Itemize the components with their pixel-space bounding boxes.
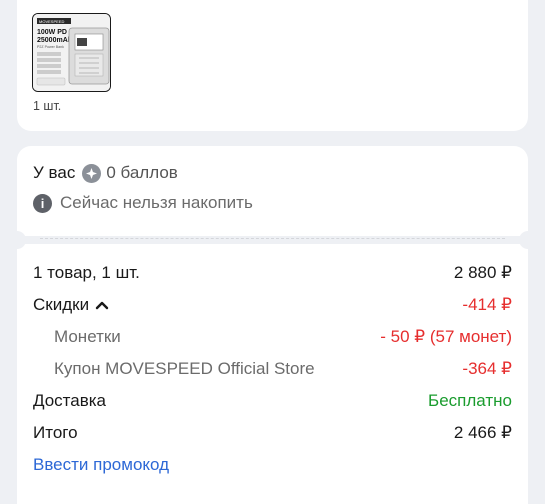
delivery-value: Бесплатно: [428, 391, 512, 410]
items-row: 1 товар, 1 шт. 2 880 ₽: [33, 263, 512, 283]
points-prefix: У вас: [33, 163, 76, 182]
discounts-toggle[interactable]: Скидки: [33, 295, 109, 315]
coins-label: Монетки: [54, 327, 121, 346]
discounts-value: -414 ₽: [462, 295, 512, 314]
total-label: Итого: [33, 423, 78, 442]
product-card: MOVESPEED 100W PD 25000mAh P2Z Power Ban…: [17, 0, 528, 131]
coins-value: - 50 ₽ (57 монет): [380, 327, 512, 346]
product-thumbnail[interactable]: MOVESPEED 100W PD 25000mAh P2Z Power Ban…: [32, 13, 111, 92]
total-row: Итого 2 466 ₽: [33, 423, 512, 443]
image-line3: P2Z Power Bank: [37, 45, 64, 49]
items-value: 2 880 ₽: [453, 263, 512, 282]
dashed-divider: [40, 238, 505, 239]
promo-row: Ввести промокод: [33, 455, 512, 475]
coin-icon: [82, 163, 102, 183]
coins-row: Монетки - 50 ₽ (57 монет): [33, 327, 512, 347]
coupon-label: Купон MOVESPEED Official Store: [54, 359, 315, 378]
chevron-up-icon[interactable]: [95, 300, 109, 310]
order-summary-card: 1 товар, 1 шт. 2 880 ₽ Скидки -414 ₽ Мон…: [17, 244, 528, 504]
image-brand-text: MOVESPEED: [39, 19, 64, 24]
total-value: 2 466 ₽: [453, 423, 512, 442]
image-line1: 100W PD: [37, 29, 67, 36]
image-line2: 25000mAh: [37, 37, 72, 44]
points-balance: 0 баллов: [106, 163, 178, 182]
points-card: У вас 0 баллов i Сейчас нельзя накопить: [17, 146, 528, 236]
power-bank-image: MOVESPEED 100W PD 25000mAh P2Z Power Ban…: [33, 14, 110, 91]
info-icon[interactable]: i: [33, 193, 52, 213]
coupon-row: Купон MOVESPEED Official Store -364 ₽: [33, 359, 512, 379]
items-label: 1 товар, 1 шт.: [33, 263, 140, 282]
promo-code-link[interactable]: Ввести промокод: [33, 455, 169, 475]
discounts-row[interactable]: Скидки -414 ₽: [33, 295, 512, 315]
delivery-label: Доставка: [33, 391, 107, 410]
points-notice-row[interactable]: i Сейчас нельзя накопить: [33, 193, 253, 213]
delivery-row: Доставка Бесплатно: [33, 391, 512, 411]
points-balance-row: У вас 0 баллов: [33, 163, 178, 183]
discounts-label: Скидки: [33, 295, 90, 314]
points-notice: Сейчас нельзя накопить: [60, 193, 253, 212]
coupon-value: -364 ₽: [462, 359, 512, 378]
coupon-label-wrap: Купон MOVESPEED Official Store: [33, 359, 315, 379]
product-quantity: 1 шт.: [33, 99, 62, 113]
